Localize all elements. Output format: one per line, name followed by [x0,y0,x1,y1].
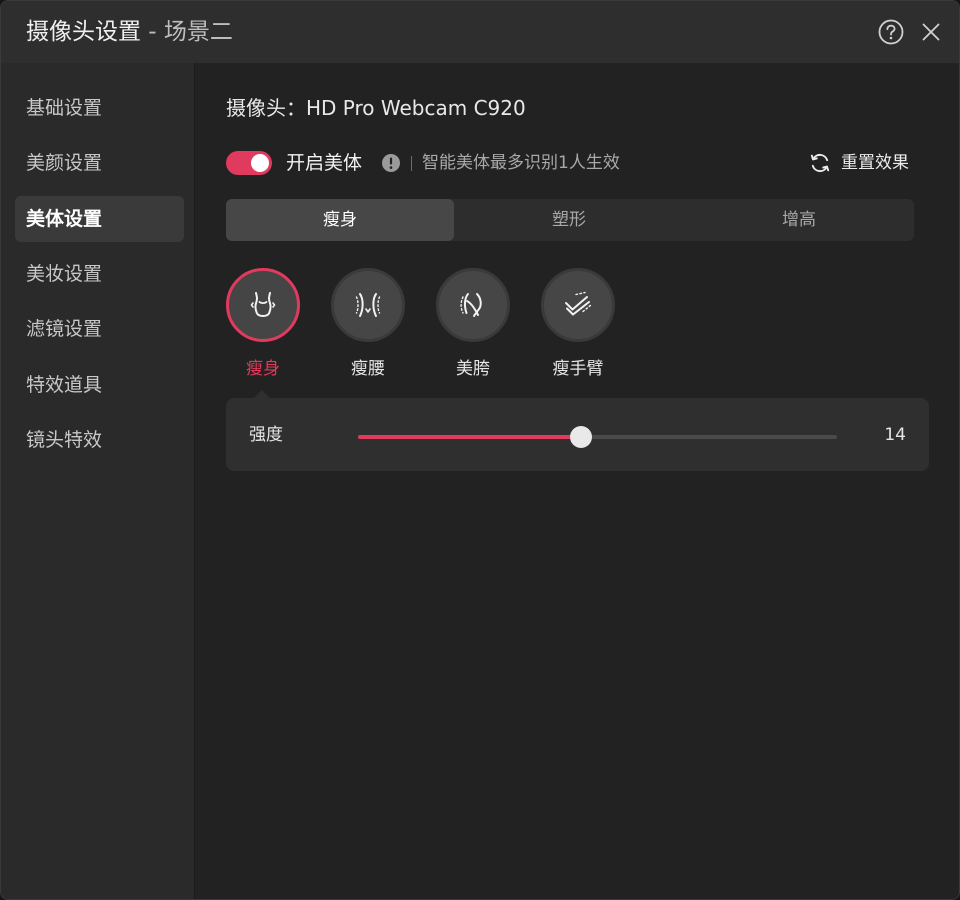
camera-name: HD Pro Webcam C920 [306,96,526,120]
close-icon [922,23,940,41]
strength-slider-thumb[interactable] [569,426,592,448]
body-slim-icon [250,292,276,317]
strength-slider[interactable] [358,426,837,448]
strength-slider-fill [358,435,581,439]
hip-shape-icon [460,293,482,317]
sidebar-item-basic[interactable]: 基础设置 [15,85,184,131]
effect-circle [331,268,405,342]
camera-info: 摄像头：HD Pro Webcam C920 [226,94,526,122]
sidebar-item-label: 美体设置 [26,208,103,230]
sidebar-item-label: 特效道具 [26,374,103,396]
strength-label: 强度 [249,425,283,445]
tab-label: 增高 [782,210,816,230]
strength-value: 14 [884,425,906,445]
strength-panel: 强度 14 [226,398,929,471]
waist-slim-icon [355,293,381,317]
effect-label: 美胯 [456,359,490,379]
settings-sidebar: 基础设置 美颜设置 美体设置 美妆设置 滤镜设置 特效道具 镜头特效 [1,63,195,899]
effect-circle [436,268,510,342]
window-title-scene: - 场景二 [141,19,233,45]
sidebar-item-beauty[interactable]: 美颜设置 [15,140,184,186]
close-button[interactable] [917,18,945,46]
sidebar-item-makeup[interactable]: 美妆设置 [15,251,184,297]
effect-label: 瘦身 [246,359,280,379]
sidebar-item-label: 基础设置 [26,97,103,119]
window-title-main: 摄像头设置 [26,19,141,45]
effect-circle [541,268,615,342]
active-effect-pointer [254,390,270,398]
camera-label: 摄像头： [226,96,306,120]
title-bar: 摄像头设置 - 场景二 [1,1,959,63]
tab-shape[interactable]: 塑形 [454,199,684,241]
body-settings-panel: 摄像头：HD Pro Webcam C920 开启美体 智能美体最多识别1人生效… [195,63,959,899]
sidebar-item-effects-props[interactable]: 特效道具 [15,362,184,408]
tab-height[interactable]: 增高 [684,199,914,241]
help-circle-icon [878,19,904,45]
body-hint-text: 智能美体最多识别1人生效 [422,153,620,173]
arm-slim-icon [565,291,592,316]
help-button[interactable] [877,18,905,46]
tab-label: 塑形 [552,210,586,230]
reset-effects-label: 重置效果 [841,153,909,173]
sidebar-item-label: 美颜设置 [26,152,103,174]
body-tabs: 瘦身 塑形 增高 [226,199,914,241]
refresh-icon [810,153,830,173]
sidebar-item-label: 美妆设置 [26,263,103,285]
hint-divider [411,156,412,171]
window-title: 摄像头设置 - 场景二 [26,16,233,48]
sidebar-item-label: 镜头特效 [26,429,103,451]
sidebar-item-filter[interactable]: 滤镜设置 [15,306,184,352]
sidebar-item-label: 滤镜设置 [26,318,103,340]
enable-body-label: 开启美体 [286,152,363,174]
tab-slim[interactable]: 瘦身 [226,199,454,241]
enable-body-toggle[interactable] [226,151,272,175]
sidebar-item-lens-effects[interactable]: 镜头特效 [15,417,184,463]
sidebar-item-body[interactable]: 美体设置 [15,196,184,242]
camera-settings-window: 摄像头设置 - 场景二 基础设置 美颜设置 美体设置 美妆设置 滤镜设置 特效道… [0,0,960,900]
effect-label: 瘦手臂 [552,359,604,379]
tab-label: 瘦身 [323,210,357,230]
effect-label: 瘦腰 [351,359,385,379]
effect-circle [226,268,300,342]
info-icon [382,154,400,172]
